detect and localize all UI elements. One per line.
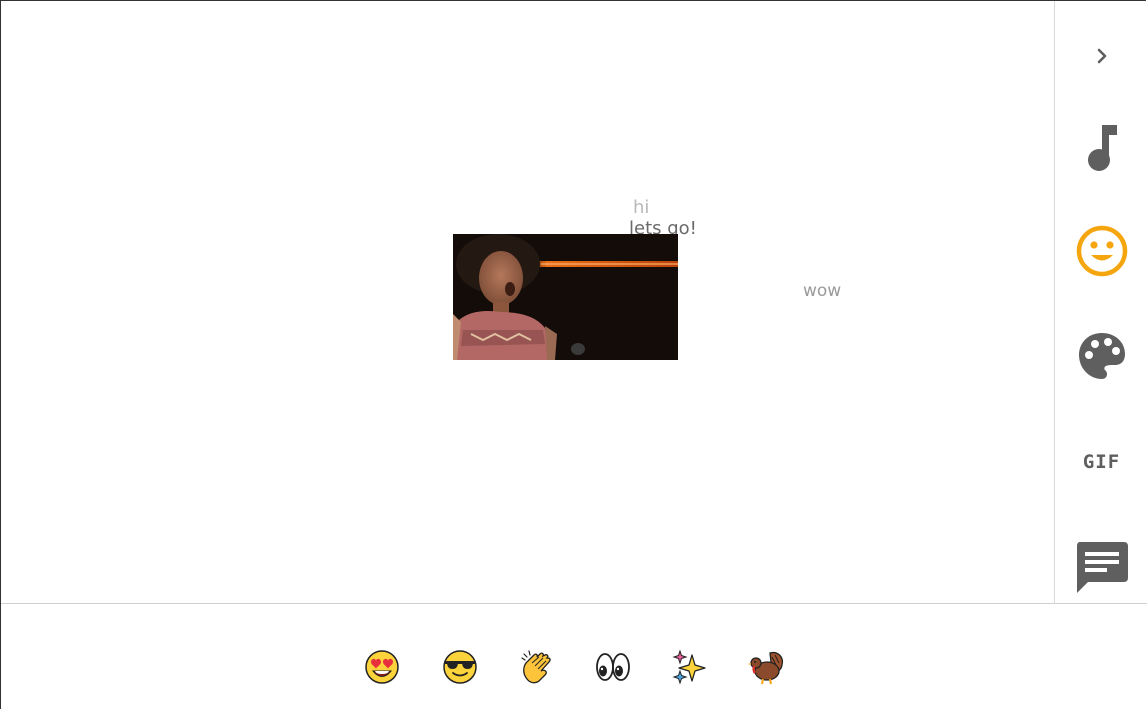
eyes-emoji-icon [596, 653, 630, 681]
music-button[interactable] [1055, 119, 1147, 175]
sunglasses-emoji-icon [443, 650, 477, 684]
chat-bubble-icon [1076, 542, 1128, 593]
animated-gif-image [453, 234, 678, 360]
sparkles-emoji-icon [672, 649, 706, 685]
sparkles-emoji-button[interactable] [670, 647, 710, 687]
chevron-right-icon [1097, 48, 1106, 64]
emoji-bar [1, 603, 1147, 711]
clapping-hands-emoji-button[interactable] [517, 647, 557, 687]
palette-icon [1078, 333, 1125, 379]
heart-eyes-emoji-icon [365, 650, 399, 684]
music-note-icon [1087, 125, 1117, 171]
message-hi: hi [633, 197, 650, 218]
smiley-icon [1076, 225, 1127, 277]
collapse-button[interactable] [1055, 38, 1147, 74]
heart-eyes-emoji-button[interactable] [362, 647, 402, 687]
gif-icon: GIF [1082, 451, 1121, 473]
gif-button[interactable]: GIF [1055, 448, 1147, 476]
turkey-emoji-button[interactable] [747, 647, 787, 687]
eyes-emoji-button[interactable] [593, 647, 633, 687]
chat-canvas: hi lets go! wow [1, 1, 1054, 603]
turkey-emoji-icon [748, 651, 784, 685]
emoji-row [1, 647, 1147, 687]
sunglasses-emoji-button[interactable] [440, 647, 480, 687]
palette-button[interactable] [1055, 328, 1147, 384]
sidebar: GIF [1054, 1, 1147, 603]
emoji-button[interactable] [1055, 223, 1147, 279]
message-wow: wow [803, 281, 842, 301]
clapping-hands-emoji-icon [521, 650, 551, 684]
chat-button[interactable] [1055, 539, 1147, 595]
